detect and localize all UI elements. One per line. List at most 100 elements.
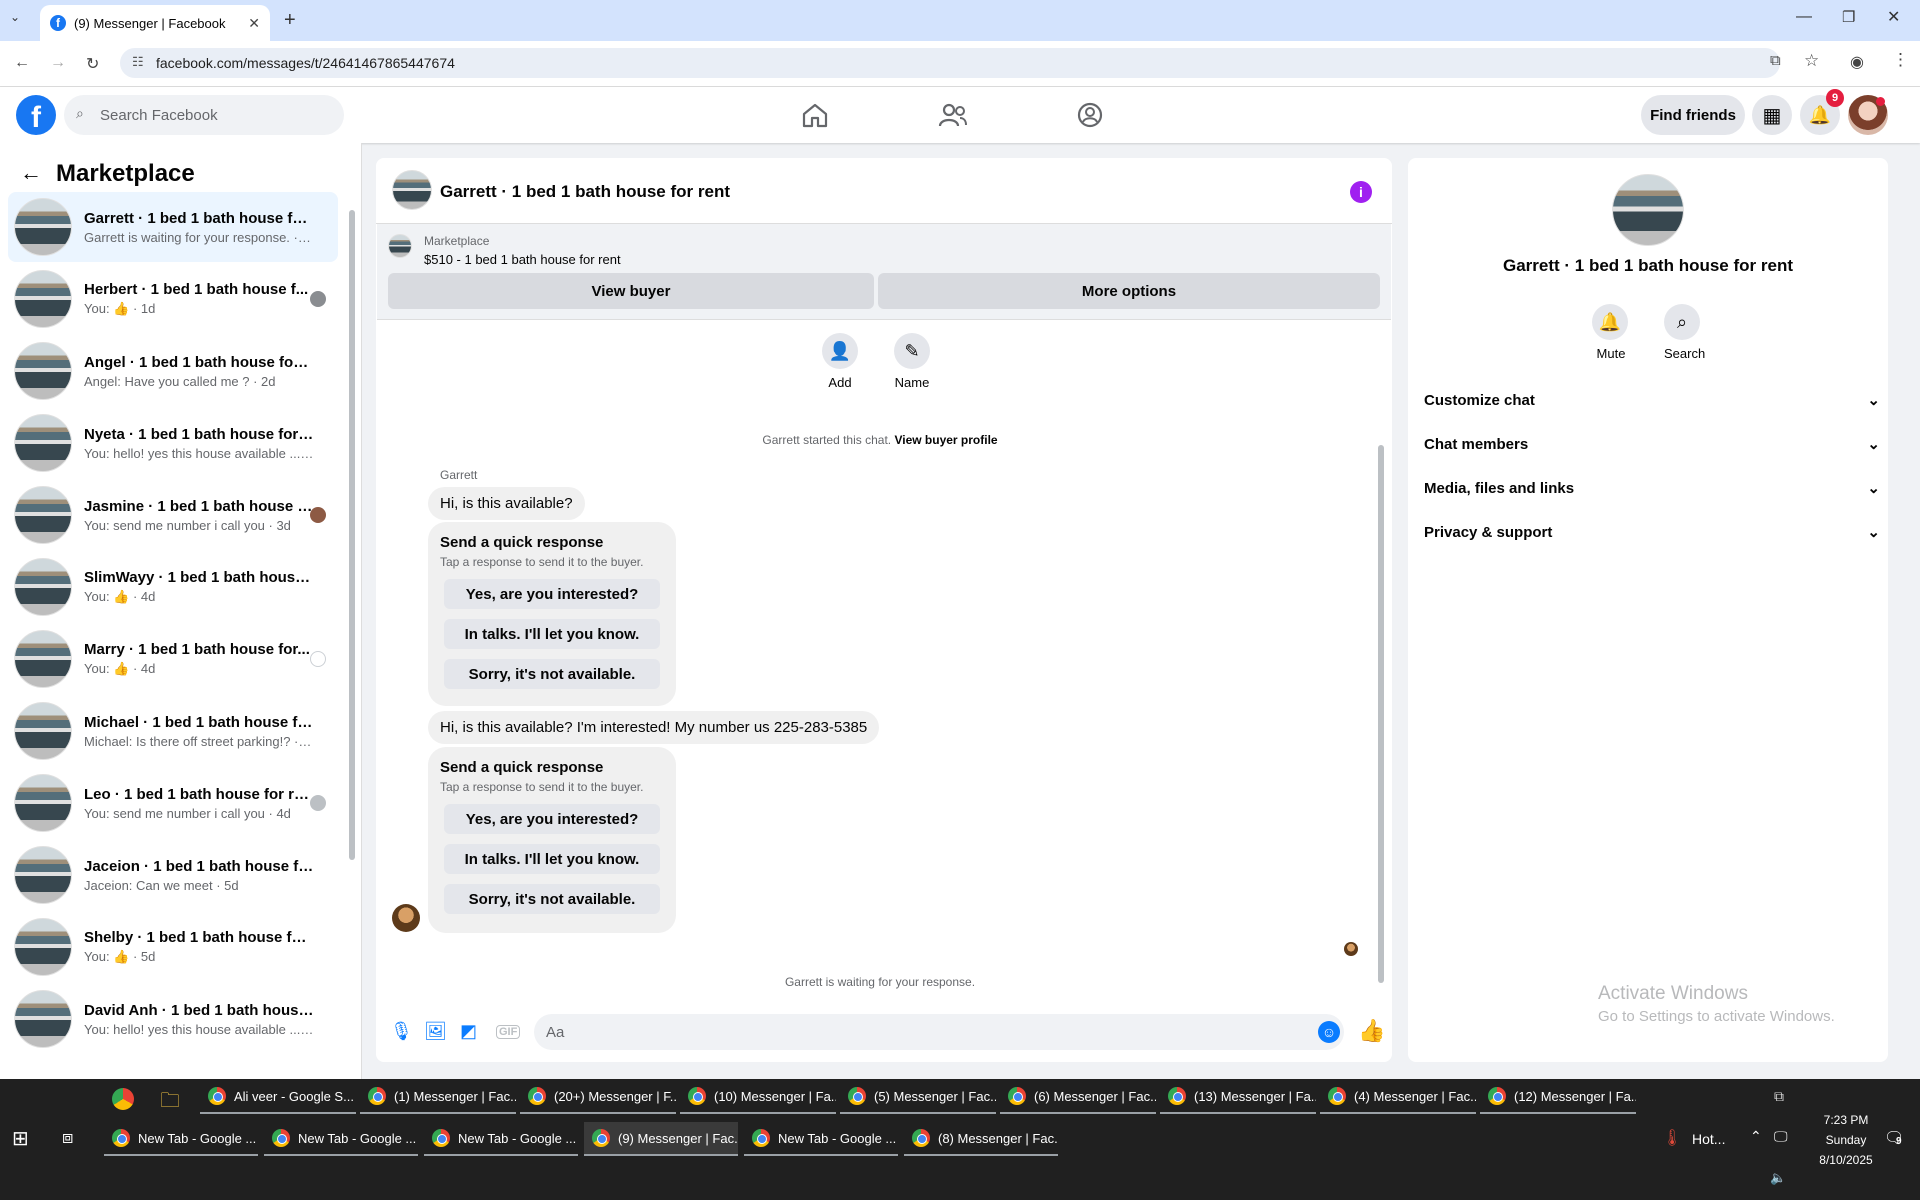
close-window-icon[interactable]: ✕: [1887, 7, 1900, 27]
microphone-icon[interactable]: 🎙: [390, 1021, 413, 1042]
chrome-icon: [208, 1087, 226, 1105]
back-icon[interactable]: ←: [14, 54, 30, 72]
back-arrow-icon[interactable]: ←: [20, 160, 42, 186]
browser-tab-active[interactable]: f (9) Messenger | Facebook ✕: [40, 5, 270, 41]
taskbar-window[interactable]: (10) Messenger | Fa...: [680, 1080, 836, 1114]
taskbar-window-active[interactable]: (9) Messenger | Fac...: [584, 1122, 738, 1156]
taskbar-window[interactable]: New Tab - Google ...: [744, 1122, 898, 1156]
new-tab-icon[interactable]: +: [284, 9, 296, 32]
conversation-item[interactable]: Leo · 1 bed 1 bath house for re... You: …: [8, 768, 338, 838]
quick-response-option[interactable]: Yes, are you interested?: [444, 804, 660, 834]
taskbar-overflow-icon[interactable]: ⧉: [1774, 1088, 1784, 1105]
chat-members-section[interactable]: Chat members ⌄: [1424, 426, 1880, 462]
taskbar-window[interactable]: New Tab - Google ...: [104, 1122, 258, 1156]
gif-icon[interactable]: GIF: [496, 1025, 521, 1039]
message-input[interactable]: Aa: [534, 1014, 1344, 1050]
site-info-icon[interactable]: ☷: [132, 54, 144, 70]
taskbar-window[interactable]: (13) Messenger | Fa...: [1160, 1080, 1316, 1114]
seen-avatar: [310, 795, 326, 811]
chat-scrollbar[interactable]: [1378, 445, 1384, 983]
conversation-item[interactable]: Shelby · 1 bed 1 bath house for r... You…: [8, 912, 338, 982]
minimize-window-icon[interactable]: —: [1796, 8, 1812, 26]
view-buyer-profile-link[interactable]: View buyer profile: [894, 433, 997, 447]
banner-listing[interactable]: $510 - 1 bed 1 bath house for rent: [424, 252, 621, 267]
taskbar-window[interactable]: New Tab - Google ...: [264, 1122, 418, 1156]
conversation-item[interactable]: Herbert · 1 bed 1 bath house f... You: 👍…: [8, 264, 338, 334]
taskbar-window[interactable]: Ali veer - Google S...: [200, 1080, 356, 1114]
conversation-item[interactable]: Nyeta · 1 bed 1 bath house for re... You…: [8, 408, 338, 478]
network-icon[interactable]: 🖵: [1774, 1128, 1788, 1145]
reload-icon[interactable]: ↻: [86, 54, 99, 74]
sender-avatar[interactable]: [392, 904, 420, 932]
conversation-item[interactable]: Marry · 1 bed 1 bath house for... You: 👍…: [8, 624, 338, 694]
quick-response-option[interactable]: Yes, are you interested?: [444, 579, 660, 609]
chevron-up-icon[interactable]: ⌃: [1750, 1128, 1762, 1145]
mute-action[interactable]: 🔔 Mute: [1592, 304, 1630, 361]
taskbar-window[interactable]: (20+) Messenger | F...: [520, 1080, 676, 1114]
conversation-item[interactable]: Jaceion · 1 bed 1 bath house for ... Jac…: [8, 840, 338, 910]
windows-start-icon[interactable]: ⊞: [12, 1126, 29, 1151]
restore-window-icon[interactable]: ❐: [1842, 8, 1855, 26]
friends-icon[interactable]: [938, 102, 968, 128]
media-files-links-section[interactable]: Media, files and links ⌄: [1424, 470, 1880, 506]
chrome-pinned-icon[interactable]: [112, 1088, 134, 1110]
add-person-action[interactable]: 👤 Add: [822, 333, 858, 390]
taskbar-window[interactable]: (8) Messenger | Fac...: [904, 1122, 1058, 1156]
edit-name-action[interactable]: ✎ Name: [894, 333, 930, 390]
weather-label[interactable]: Hot...: [1692, 1131, 1725, 1147]
taskbar-window[interactable]: (6) Messenger | Fac...: [1000, 1080, 1156, 1114]
find-friends-button[interactable]: Find friends: [1641, 95, 1745, 135]
details-listing-thumbnail[interactable]: [1612, 174, 1684, 246]
conversation-item[interactable]: SlimWayy · 1 bed 1 bath house f... You: …: [8, 552, 338, 622]
taskbar-window[interactable]: (4) Messenger | Fac...: [1320, 1080, 1476, 1114]
quick-response-option[interactable]: Sorry, it's not available.: [444, 659, 660, 689]
taskbar-window[interactable]: New Tab - Google ...: [424, 1122, 578, 1156]
tab-search-chevron-icon[interactable]: ⌄: [10, 10, 20, 24]
photo-icon[interactable]: 🖼: [424, 1021, 447, 1042]
customize-chat-section[interactable]: Customize chat ⌄: [1424, 382, 1880, 418]
emoji-icon[interactable]: ☺: [1318, 1021, 1340, 1043]
conversation-item[interactable]: Angel · 1 bed 1 bath house for re... Ang…: [8, 336, 338, 406]
quick-response-option[interactable]: In talks. I'll let you know.: [444, 619, 660, 649]
privacy-support-section[interactable]: Privacy & support ⌄: [1424, 514, 1880, 550]
taskbar-window[interactable]: (5) Messenger | Fac...: [840, 1080, 996, 1114]
quick-response-option[interactable]: In talks. I'll let you know.: [444, 844, 660, 874]
install-app-icon[interactable]: ⧉: [1770, 52, 1781, 69]
close-tab-icon[interactable]: ✕: [248, 15, 260, 32]
chat-title[interactable]: Garrett · 1 bed 1 bath house for rent: [440, 182, 730, 202]
message-bubble[interactable]: Hi, is this available?: [428, 487, 585, 520]
task-view-icon[interactable]: ⧈: [62, 1127, 73, 1148]
facebook-search-input[interactable]: Search Facebook: [64, 95, 344, 135]
chat-list-scrollbar[interactable]: [349, 210, 355, 860]
thermometer-icon[interactable]: 🌡: [1662, 1128, 1682, 1148]
view-buyer-button[interactable]: View buyer: [388, 273, 874, 309]
file-explorer-icon[interactable]: 🗀: [160, 1086, 180, 1120]
more-options-button[interactable]: More options: [878, 273, 1380, 309]
browser-menu-icon[interactable]: ⋮: [1892, 50, 1909, 70]
message-bubble[interactable]: Hi, is this available? I'm interested! M…: [428, 711, 880, 744]
conversation-item[interactable]: Michael · 1 bed 1 bath house for ... Mic…: [8, 696, 338, 766]
address-bar[interactable]: facebook.com/messages/t/2464146786544767…: [120, 48, 1780, 78]
conversation-item[interactable]: Jasmine · 1 bed 1 bath house f... You: s…: [8, 480, 338, 550]
search-in-chat-action[interactable]: ⌕ Search: [1664, 304, 1705, 361]
volume-icon[interactable]: 🔈: [1770, 1170, 1786, 1186]
clock[interactable]: 7:23 PM Sunday 8/10/2025: [1808, 1110, 1884, 1170]
chrome-icon: [1488, 1087, 1506, 1105]
profile-icon[interactable]: ◉: [1850, 52, 1864, 72]
forward-icon[interactable]: →: [50, 54, 66, 72]
chat-started-text: Garrett started this chat.: [762, 433, 892, 447]
facebook-logo-icon[interactable]: f: [16, 95, 56, 135]
sticker-icon[interactable]: ◩: [460, 1021, 477, 1042]
taskbar-window[interactable]: (12) Messenger | Fa...: [1480, 1080, 1636, 1114]
info-icon[interactable]: i: [1350, 181, 1372, 203]
quick-response-option[interactable]: Sorry, it's not available.: [444, 884, 660, 914]
bookmark-star-icon[interactable]: ☆: [1804, 51, 1819, 71]
conversation-item[interactable]: David Anh · 1 bed 1 bath house f... You:…: [8, 984, 338, 1054]
home-icon[interactable]: [800, 102, 830, 128]
chat-listing-thumbnail[interactable]: [392, 170, 432, 210]
groups-icon[interactable]: [1076, 101, 1104, 129]
thumbs-up-icon[interactable]: 👍: [1358, 1018, 1385, 1044]
menu-grid-button[interactable]: ▦: [1752, 95, 1792, 135]
conversation-item[interactable]: Garrett · 1 bed 1 bath house for r... Ga…: [8, 192, 338, 262]
taskbar-window[interactable]: (1) Messenger | Fac...: [360, 1080, 516, 1114]
